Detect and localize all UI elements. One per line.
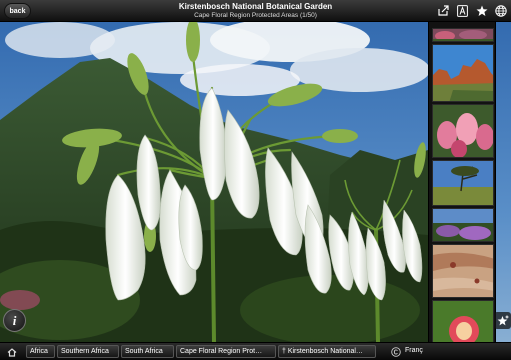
top-bar: back Kirstenbosch National Botanical Gar… bbox=[0, 0, 511, 22]
thumbnail-rock-paintings[interactable] bbox=[432, 244, 494, 298]
title-block: Kirstenbosch National Botanical Garden C… bbox=[120, 2, 391, 20]
thumbnail-tree-landscape[interactable] bbox=[432, 160, 494, 206]
page-title: Kirstenbosch National Botanical Garden bbox=[178, 2, 333, 11]
home-icon[interactable] bbox=[6, 346, 18, 358]
copyright-icon[interactable] bbox=[390, 346, 402, 358]
info-icon: i bbox=[12, 312, 17, 328]
thumbnail-pink-proteas[interactable] bbox=[432, 104, 494, 158]
info-button[interactable]: i bbox=[3, 309, 26, 332]
font-icon[interactable] bbox=[456, 4, 469, 17]
page-subtitle: Cape Floral Region Protected Areas (1/50… bbox=[194, 12, 317, 19]
back-button[interactable]: back bbox=[4, 3, 31, 19]
breadcrumb-kirstenbosch[interactable]: † Kirstenbosch National… bbox=[278, 345, 376, 358]
star-plus-icon bbox=[497, 315, 508, 325]
breadcrumb-bar: Africa Southern Africa South Africa Cape… bbox=[0, 342, 511, 360]
breadcrumb-africa[interactable]: Africa bbox=[26, 345, 55, 358]
thumbnail-rock-formations[interactable] bbox=[432, 44, 494, 102]
star-icon[interactable] bbox=[475, 4, 488, 17]
thumbnail-flowers-top-strip[interactable] bbox=[432, 28, 494, 42]
globe-icon[interactable] bbox=[494, 4, 507, 17]
add-favorite-button[interactable] bbox=[494, 312, 511, 329]
breadcrumb-southern-africa[interactable]: Southern Africa bbox=[57, 345, 119, 358]
thumbnail-purple-flowers[interactable] bbox=[432, 208, 494, 242]
breadcrumb-cape-floral-region[interactable]: Cape Floral Region Prot… bbox=[176, 345, 276, 358]
toolbar-icons bbox=[437, 4, 507, 17]
share-icon[interactable] bbox=[437, 4, 450, 17]
breadcrumb-south-africa[interactable]: South Africa bbox=[121, 345, 174, 358]
language-label[interactable]: Franç bbox=[404, 345, 430, 358]
thumbnail-panel[interactable] bbox=[428, 22, 496, 360]
